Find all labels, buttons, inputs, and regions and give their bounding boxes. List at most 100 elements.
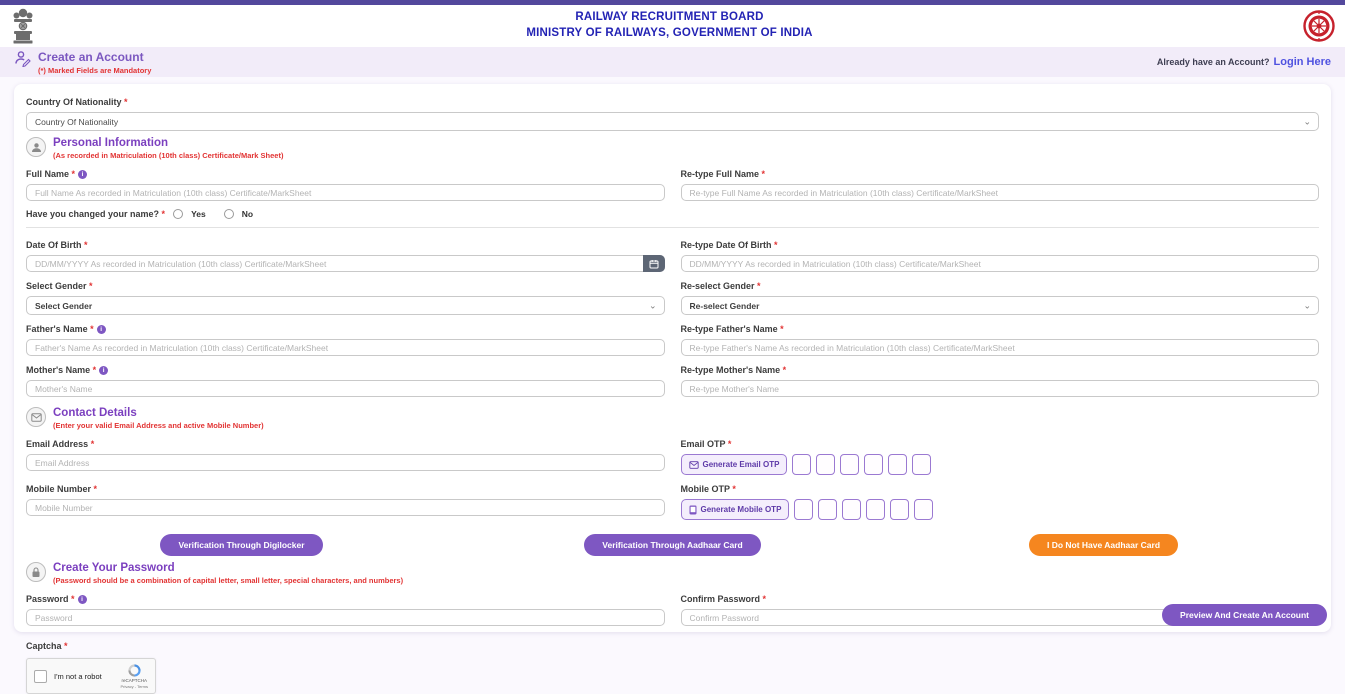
otp-box[interactable] bbox=[840, 454, 859, 475]
info-icon[interactable]: i bbox=[99, 366, 108, 375]
password-note: (Password should be a combination of cap… bbox=[53, 576, 403, 585]
otp-box[interactable] bbox=[912, 454, 931, 475]
mobile-otp-label: Mobile OTP bbox=[681, 484, 736, 495]
otp-box[interactable] bbox=[864, 454, 883, 475]
father-name-field: Father's Namei bbox=[26, 319, 665, 356]
mobile-otp-field: Mobile OTP Generate Mobile OTP bbox=[681, 479, 1320, 520]
password-input[interactable] bbox=[26, 609, 665, 626]
recaptcha-widget: I'm not a robot reCAPTCHA Privacy - Term… bbox=[26, 658, 156, 694]
digilocker-verification-button[interactable]: Verification Through Digilocker bbox=[160, 534, 322, 556]
yes-label: Yes bbox=[191, 209, 206, 219]
info-icon[interactable]: i bbox=[78, 595, 87, 604]
otp-box[interactable] bbox=[794, 499, 813, 520]
password-title: Create Your Password bbox=[53, 562, 403, 574]
otp-box[interactable] bbox=[866, 499, 885, 520]
create-account-icon bbox=[14, 50, 31, 67]
dob-input[interactable] bbox=[26, 255, 665, 272]
name-changed-no-radio[interactable] bbox=[224, 209, 234, 219]
envelope-icon bbox=[26, 407, 46, 427]
retype-dob-field: Re-type Date Of Birth bbox=[681, 235, 1320, 272]
person-icon bbox=[26, 137, 46, 157]
retype-mother-name-label: Re-type Mother's Name bbox=[681, 365, 787, 376]
page-title: RAILWAY RECRUITMENT BOARD MINISTRY OF RA… bbox=[36, 10, 1303, 41]
retype-father-name-field: Re-type Father's Name bbox=[681, 319, 1320, 356]
aadhaar-verification-button[interactable]: Verification Through Aadhaar Card bbox=[584, 534, 760, 556]
lock-icon bbox=[26, 562, 46, 582]
name-changed-label: Have you changed your name? bbox=[26, 209, 165, 220]
generate-email-otp-button[interactable]: Generate Email OTP bbox=[681, 454, 788, 475]
recaptcha-text: I'm not a robot bbox=[54, 672, 102, 681]
subheader-bar: Create an Account (*) Marked Fields are … bbox=[0, 47, 1345, 77]
password-section-header: Create Your Password (Password should be… bbox=[26, 562, 1319, 585]
calendar-icon[interactable] bbox=[643, 255, 665, 272]
gender-field: Select Gender Select Gender ⌄ bbox=[26, 276, 665, 315]
regender-select[interactable]: Re-select Gender bbox=[681, 296, 1320, 315]
confirm-password-label: Confirm Password bbox=[681, 594, 767, 605]
email-field: Email Address bbox=[26, 434, 665, 475]
login-prompt: Already have an Account?Login Here bbox=[1157, 56, 1331, 68]
recaptcha-checkbox[interactable] bbox=[34, 670, 47, 683]
retype-father-name-input[interactable] bbox=[681, 339, 1320, 356]
generate-mobile-otp-button[interactable]: Generate Mobile OTP bbox=[681, 499, 790, 520]
name-changed-field: Have you changed your name? Yes No bbox=[26, 207, 1319, 221]
retype-dob-input[interactable] bbox=[681, 255, 1320, 272]
mobile-label: Mobile Number bbox=[26, 484, 97, 495]
email-otp-boxes bbox=[792, 454, 931, 475]
no-aadhaar-button[interactable]: I Do Not Have Aadhaar Card bbox=[1029, 534, 1178, 556]
otp-box[interactable] bbox=[888, 454, 907, 475]
full-name-field: Full Namei bbox=[26, 164, 665, 201]
info-icon[interactable]: i bbox=[97, 325, 106, 334]
email-otp-label: Email OTP bbox=[681, 439, 732, 450]
father-name-label: Father's Name bbox=[26, 324, 94, 335]
country-select[interactable]: Country Of Nationality bbox=[26, 112, 1319, 131]
retype-mother-name-input[interactable] bbox=[681, 380, 1320, 397]
preview-create-account-button[interactable]: Preview And Create An Account bbox=[1162, 604, 1327, 626]
otp-box[interactable] bbox=[890, 499, 909, 520]
mobile-input[interactable] bbox=[26, 499, 665, 516]
info-icon[interactable]: i bbox=[78, 170, 87, 179]
father-name-input[interactable] bbox=[26, 339, 665, 356]
full-name-input[interactable] bbox=[26, 184, 665, 201]
contact-title: Contact Details bbox=[53, 407, 264, 419]
otp-box[interactable] bbox=[818, 499, 837, 520]
page-header: RAILWAY RECRUITMENT BOARD MINISTRY OF RA… bbox=[0, 5, 1345, 47]
gender-label: Select Gender bbox=[26, 281, 93, 292]
otp-box[interactable] bbox=[914, 499, 933, 520]
email-input[interactable] bbox=[26, 454, 665, 471]
personal-info-note: (As recorded in Matriculation (10th clas… bbox=[53, 151, 283, 160]
envelope-icon bbox=[689, 461, 699, 469]
password-label: Password bbox=[26, 594, 75, 605]
no-label: No bbox=[242, 209, 253, 219]
retype-mother-name-field: Re-type Mother's Name bbox=[681, 360, 1320, 397]
name-changed-yes-radio[interactable] bbox=[173, 209, 183, 219]
gender-select[interactable]: Select Gender bbox=[26, 296, 665, 315]
otp-box[interactable] bbox=[816, 454, 835, 475]
personal-info-title: Personal Information bbox=[53, 137, 283, 149]
contact-section-header: Contact Details (Enter your valid Email … bbox=[26, 407, 1319, 430]
otp-box[interactable] bbox=[792, 454, 811, 475]
contact-note: (Enter your valid Email Address and acti… bbox=[53, 421, 264, 430]
country-label: Country Of Nationality bbox=[26, 97, 128, 108]
email-label: Email Address bbox=[26, 439, 94, 450]
section-divider bbox=[26, 227, 1319, 228]
otp-box[interactable] bbox=[842, 499, 861, 520]
mobile-field: Mobile Number bbox=[26, 479, 665, 520]
mother-name-input[interactable] bbox=[26, 380, 665, 397]
regender-field: Re-select Gender Re-select Gender ⌄ bbox=[681, 276, 1320, 315]
retype-dob-label: Re-type Date Of Birth bbox=[681, 240, 778, 251]
login-here-link[interactable]: Login Here bbox=[1274, 56, 1331, 68]
recaptcha-logo: reCAPTCHA Privacy - Terms bbox=[121, 663, 148, 689]
retype-full-name-input[interactable] bbox=[681, 184, 1320, 201]
dob-label: Date Of Birth bbox=[26, 240, 88, 251]
retype-full-name-field: Re-type Full Name bbox=[681, 164, 1320, 201]
national-emblem-logo bbox=[10, 7, 36, 45]
mandatory-note: (*) Marked Fields are Mandatory bbox=[38, 66, 151, 75]
mobile-otp-boxes bbox=[794, 499, 933, 520]
email-otp-field: Email OTP Generate Email OTP bbox=[681, 434, 1320, 475]
registration-form-card: Country Of Nationality Country Of Nation… bbox=[14, 84, 1331, 632]
mobile-icon bbox=[689, 505, 697, 515]
personal-info-section-header: Personal Information (As recorded in Mat… bbox=[26, 137, 1319, 160]
retype-full-name-label: Re-type Full Name bbox=[681, 169, 766, 180]
dob-field: Date Of Birth bbox=[26, 235, 665, 272]
create-account-title: Create an Account bbox=[38, 50, 151, 64]
